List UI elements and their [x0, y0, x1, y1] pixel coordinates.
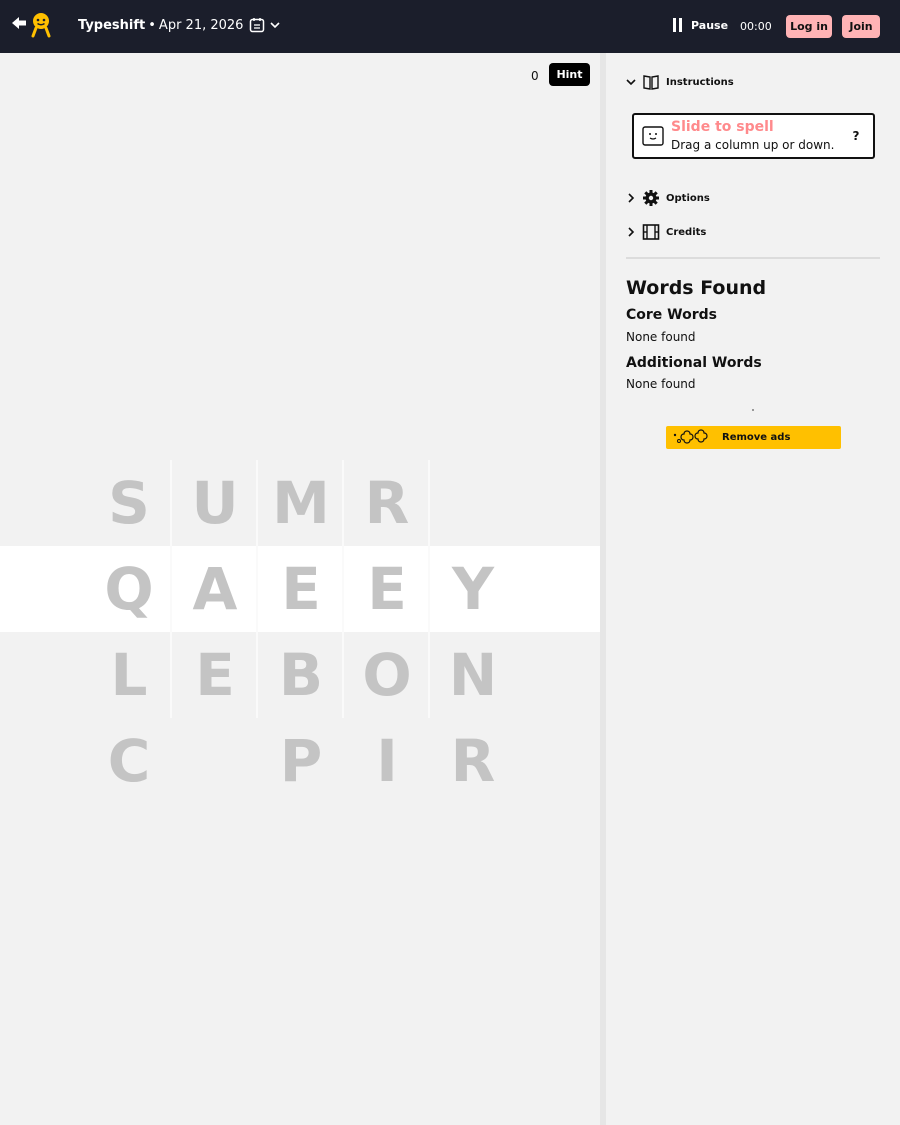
letter-tile: E [281, 555, 321, 623]
board-column[interactable]: MEBP [258, 460, 344, 804]
words-found-title: Words Found [626, 277, 767, 299]
typeshift-mascot-icon [31, 13, 51, 38]
letter-tile: M [272, 469, 330, 537]
instruction-title: Slide to spell [671, 119, 774, 135]
letter-tile: Y [452, 555, 494, 623]
login-button[interactable]: Log in [786, 15, 832, 38]
ad-placeholder-dot [752, 409, 754, 411]
game-name: Typeshift [78, 17, 146, 33]
additional-words-title: Additional Words [626, 355, 762, 371]
letter-tile: R [450, 727, 496, 795]
join-button[interactable]: Join [842, 15, 880, 38]
letter-tile: L [110, 641, 148, 709]
additional-words-empty: None found [626, 377, 696, 391]
core-words-title: Core Words [626, 307, 717, 323]
letter-tile: R [364, 469, 410, 537]
letter-tile: Q [104, 555, 154, 623]
title-separator: • [148, 17, 156, 33]
instructions-label: Instructions [666, 76, 734, 88]
film-icon [642, 224, 660, 240]
game-title: Typeshift • Apr 21, 2026 [78, 17, 281, 33]
sidebar-divider [626, 257, 880, 259]
letter-tile: I [376, 727, 398, 795]
letter-tile: C [107, 727, 151, 795]
remove-ads-button[interactable]: Remove ads [666, 426, 841, 449]
instructions-toggle[interactable]: Instructions [626, 73, 734, 91]
tile-face-icon [642, 126, 664, 146]
letter-tile: E [367, 555, 407, 623]
back-arrow-icon[interactable] [10, 14, 28, 32]
calendar-icon[interactable] [249, 17, 265, 33]
timer: 00:00 [740, 20, 772, 33]
puzzle-date: Apr 21, 2026 [158, 17, 244, 33]
letter-tile: A [192, 555, 238, 623]
top-bar: Typeshift • Apr 21, 2026 Pause 00:00 Log… [0, 0, 900, 53]
confetti-icon [673, 428, 708, 444]
board-column[interactable]: REOI [344, 460, 430, 804]
gear-icon [643, 190, 659, 206]
credits-label: Credits [666, 226, 707, 238]
options-label: Options [666, 192, 710, 204]
instruction-subtitle: Drag a column up or down. [671, 138, 835, 152]
letter-tile: B [278, 641, 324, 709]
letter-tile: O [362, 641, 412, 709]
chevron-down-icon[interactable] [269, 19, 281, 31]
pause-icon [673, 18, 682, 32]
letter-tile: U [191, 469, 239, 537]
board-column[interactable]: SQLC [86, 460, 172, 804]
pause-button[interactable]: Pause [672, 18, 728, 32]
remove-ads-label: Remove ads [722, 432, 791, 443]
chevron-right-icon [628, 227, 635, 237]
chevron-down-icon [626, 79, 636, 86]
board-column[interactable]: UAE [172, 460, 258, 718]
book-icon [643, 75, 659, 90]
instruction-card[interactable]: Slide to spell Drag a column up or down.… [632, 113, 875, 159]
core-words-empty: None found [626, 330, 696, 344]
credits-toggle[interactable]: Credits [626, 223, 706, 241]
pause-label: Pause [691, 18, 729, 32]
hint-count: 0 [531, 69, 539, 83]
help-icon[interactable]: ? [847, 127, 865, 145]
letter-tile: N [448, 641, 498, 709]
letter-tile: P [279, 727, 323, 795]
board-column[interactable]: YNR [430, 546, 516, 804]
chevron-right-icon [628, 193, 635, 203]
letter-tile: E [195, 641, 235, 709]
sidebar: Instructions Slide to spell Drag a colum… [606, 53, 900, 1125]
letter-tile: S [108, 469, 150, 537]
hint-button[interactable]: Hint [549, 63, 590, 86]
options-toggle[interactable]: Options [626, 189, 710, 207]
